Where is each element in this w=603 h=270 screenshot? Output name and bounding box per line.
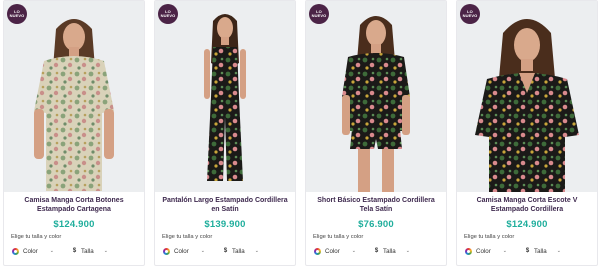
product-image[interactable]: LO NUEVO <box>457 1 597 192</box>
size-select-label: Talla <box>81 247 94 255</box>
new-badge: LO NUEVO <box>7 4 27 24</box>
color-select-label: Color <box>476 247 491 255</box>
size-color-prompt: Elige tu talla y color <box>162 234 213 240</box>
new-badge: LO NUEVO <box>158 4 178 24</box>
color-select[interactable]: Color ⌄ <box>163 247 221 255</box>
chevron-down-icon: ⌄ <box>405 248 410 254</box>
size-select-label: Talla <box>383 247 396 255</box>
size-icon: $ <box>223 248 228 254</box>
product-card[interactable]: LO NUEVO Camisa Manga Corta Escote V Est… <box>456 0 598 266</box>
color-wheel-icon <box>12 247 19 255</box>
variant-selectors: Color ⌄ $ Talla ⌄ <box>163 246 295 256</box>
product-price: $124.900 <box>506 219 548 230</box>
color-select[interactable]: Color ⌄ <box>314 247 372 255</box>
color-select[interactable]: Color ⌄ <box>465 247 523 255</box>
color-select[interactable]: Color ⌄ <box>12 247 70 255</box>
product-card[interactable]: LO NUEVO Pantalón Largo Estampado Cordil… <box>154 0 296 266</box>
chevron-down-icon: ⌄ <box>502 248 507 254</box>
size-icon: $ <box>72 248 77 254</box>
product-grid: LO NUEVO Camisa Manga Corta Botones Esta… <box>0 0 603 270</box>
size-icon: $ <box>374 248 379 254</box>
color-select-label: Color <box>325 247 340 255</box>
color-wheel-icon <box>465 247 472 255</box>
product-name[interactable]: Short Básico Estampado Cordillera Tela S… <box>310 197 442 215</box>
chevron-down-icon: ⌄ <box>49 248 54 254</box>
size-select[interactable]: $ Talla ⌄ <box>374 248 410 255</box>
variant-selectors: Color ⌄ $ Talla ⌄ <box>12 246 144 256</box>
color-wheel-icon <box>163 247 170 255</box>
size-select[interactable]: $ Talla ⌄ <box>525 248 561 255</box>
product-price: $124.900 <box>53 219 95 230</box>
size-select-label: Talla <box>534 247 547 255</box>
product-image[interactable]: LO NUEVO <box>4 1 144 192</box>
chevron-down-icon: ⌄ <box>200 248 205 254</box>
new-badge: LO NUEVO <box>460 4 480 24</box>
color-select-label: Color <box>174 247 189 255</box>
size-select-label: Talla <box>232 247 245 255</box>
product-card[interactable]: LO NUEVO Camisa Manga Corta Botones Esta… <box>3 0 145 266</box>
product-image[interactable]: LO NUEVO <box>155 1 295 192</box>
variant-selectors: Color ⌄ $ Talla ⌄ <box>465 246 597 256</box>
color-select-label: Color <box>23 247 38 255</box>
size-color-prompt: Elige tu talla y color <box>11 234 62 240</box>
chevron-down-icon: ⌄ <box>254 248 259 254</box>
chevron-down-icon: ⌄ <box>556 248 561 254</box>
product-price: $76.900 <box>358 219 394 230</box>
product-image[interactable]: LO NUEVO <box>306 1 446 192</box>
variant-selectors: Color ⌄ $ Talla ⌄ <box>314 246 446 256</box>
size-color-prompt: Elige tu talla y color <box>464 234 515 240</box>
color-wheel-icon <box>314 247 321 255</box>
chevron-down-icon: ⌄ <box>351 248 356 254</box>
product-name[interactable]: Pantalón Largo Estampado Cordillera en S… <box>159 197 291 215</box>
new-badge: LO NUEVO <box>309 4 329 24</box>
product-name[interactable]: Camisa Manga Corta Escote V Estampado Co… <box>461 197 593 215</box>
size-icon: $ <box>525 248 530 254</box>
product-price: $139.900 <box>204 219 246 230</box>
product-name[interactable]: Camisa Manga Corta Botones Estampado Car… <box>8 197 140 215</box>
product-card[interactable]: LO NUEVO Short Básico Estampado Cordille… <box>305 0 447 266</box>
size-select[interactable]: $ Talla ⌄ <box>72 248 108 255</box>
size-color-prompt: Elige tu talla y color <box>313 234 364 240</box>
size-select[interactable]: $ Talla ⌄ <box>223 248 259 255</box>
chevron-down-icon: ⌄ <box>103 248 108 254</box>
